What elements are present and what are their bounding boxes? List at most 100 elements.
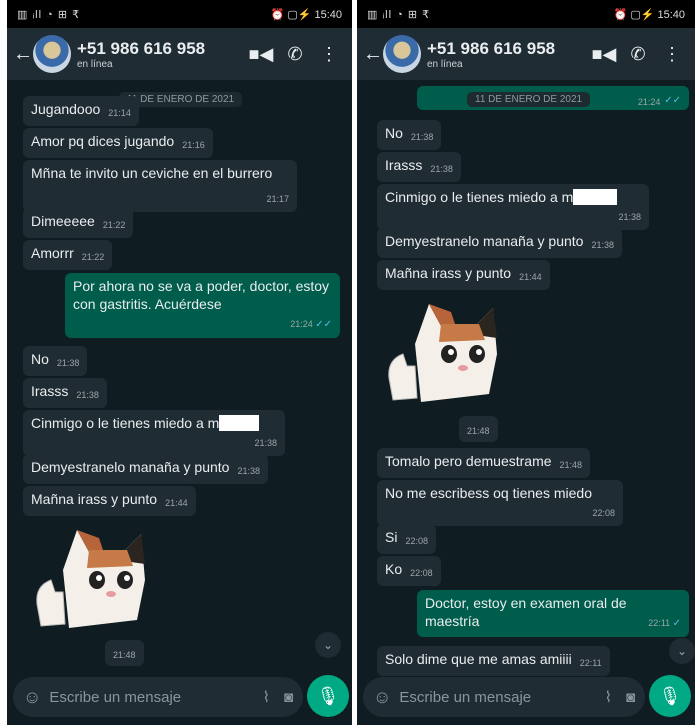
message-text: Doctor, estoy en examen oral de maestría xyxy=(425,595,627,629)
message-text: Jugandooo xyxy=(31,101,101,117)
status-bar: ▥ ᵢll ◔ ⊞ ₹ ⏰ ▢⚡ 15:40 xyxy=(7,0,352,28)
cat-thumbs-up-sticker[interactable] xyxy=(29,520,149,632)
message-time: 21:44 xyxy=(165,498,188,508)
message-bubble[interactable]: Tomalo pero demuestrame 21:48 xyxy=(377,448,591,478)
camera-icon[interactable]: ◙ xyxy=(626,689,635,706)
mic-icon[interactable]: 🎙 xyxy=(307,675,349,717)
status-bar: ▥ ᵢll ◔ ⊞ ₹ ⏰ ▢⚡ 15:40 xyxy=(357,0,695,28)
sticker-time-badge: 21:48 xyxy=(105,640,144,666)
status-clock: ⏰ ▢⚡ 15:40 xyxy=(270,8,342,21)
chat-screenshot-right: ▥ ᵢll ◔ ⊞ ₹ ⏰ ▢⚡ 15:40 ← +51 986 616 958… xyxy=(357,0,695,725)
message-time-value: 21:24 xyxy=(290,319,313,329)
message-text: Mañna irass y punto xyxy=(31,491,158,507)
message-bubble[interactable]: No me escribess oq tienes miedo 22:08 xyxy=(377,480,623,526)
message-bubble[interactable]: Dimeeeee 21:22 xyxy=(23,208,134,238)
message-bubble[interactable]: Cinmigo o le tienes miedo a m 21:38 xyxy=(23,410,285,456)
message-bubble-outgoing[interactable]: Doctor, estoy en examen oral de maestría… xyxy=(417,590,689,637)
read-receipt-icon: ✓ xyxy=(672,618,681,629)
scroll-down-icon[interactable]: ⌄ xyxy=(315,632,341,658)
message-text: No me escribess oq tienes miedo xyxy=(385,485,592,501)
message-text: Si xyxy=(385,529,398,545)
message-time: 21:38 xyxy=(56,358,80,368)
message-time: 22:11 xyxy=(579,658,602,668)
message-bubble[interactable]: Irasss 21:38 xyxy=(377,152,461,182)
message-composer[interactable]: ☺ Escribe un mensaje ⌇ ◙ xyxy=(363,677,645,717)
avatar[interactable] xyxy=(383,35,421,73)
message-bubble[interactable]: Demyestranelo manaña y punto 21:38 xyxy=(377,228,622,258)
status-icons-left: ▥ ᵢll ◔ ⊞ ₹ xyxy=(17,8,81,21)
message-text: No xyxy=(385,125,403,141)
message-text: Demyestranelo manaña y punto xyxy=(385,233,584,249)
redaction-block xyxy=(573,189,618,205)
message-text: No xyxy=(31,351,49,367)
date-divider: 11 DE ENERO DE 2021 xyxy=(467,92,591,107)
message-bubble[interactable]: Demyestranelo manaña y punto 21:38 xyxy=(23,454,268,484)
message-bubble[interactable]: Amorrr 21:22 xyxy=(23,240,113,270)
message-bubble[interactable]: No 21:38 xyxy=(23,346,88,376)
message-bubble[interactable]: Irasss 21:38 xyxy=(23,378,107,408)
message-time: 21:38 xyxy=(430,164,453,174)
message-time: 22:08 xyxy=(405,536,428,546)
message-time: 21:48 xyxy=(113,650,136,660)
message-text: Solo dime que me amas amiiii xyxy=(385,651,572,667)
emoji-icon[interactable]: ☺ xyxy=(23,687,41,708)
message-list[interactable]: 11 DE ENERO DE 2021 Jugandooo 21:14 Amor … xyxy=(7,80,352,671)
message-bubble[interactable]: Solo dime que me amas amiiii 22:11 xyxy=(377,646,610,676)
message-bubble[interactable]: Ko 22:08 xyxy=(377,556,441,586)
message-input[interactable]: Escribe un mensaje xyxy=(49,689,248,706)
scroll-down-icon[interactable]: ⌄ xyxy=(669,638,695,664)
message-time: 21:38 xyxy=(76,390,99,400)
message-bubble[interactable]: Mñna te invito un ceviche en el burrero 2… xyxy=(23,160,297,212)
contact-info[interactable]: +51 986 616 958 en línea xyxy=(427,39,587,70)
voice-call-icon[interactable]: ✆ xyxy=(621,44,655,65)
chat-screenshot-left: ▥ ᵢll ◔ ⊞ ₹ ⏰ ▢⚡ 15:40 ← +51 986 616 958… xyxy=(7,0,352,725)
message-bubble[interactable]: Si 22:08 xyxy=(377,524,436,554)
message-bubble[interactable]: No 21:38 xyxy=(377,120,442,150)
more-options-icon[interactable]: ⋮ xyxy=(312,44,346,65)
contact-status: en línea xyxy=(427,58,463,70)
message-text: Irasss xyxy=(385,157,423,173)
message-time: 22:08 xyxy=(592,508,615,518)
back-arrow-icon[interactable]: ← xyxy=(13,43,33,66)
read-receipt-icon: ✓✓ xyxy=(664,95,681,106)
more-options-icon[interactable]: ⋮ xyxy=(655,44,689,65)
message-bubble[interactable]: Cinmigo o le tienes miedo a m 21:38 xyxy=(377,184,649,230)
back-arrow-icon[interactable]: ← xyxy=(363,43,383,66)
message-time: 22:11 ✓ xyxy=(648,614,681,633)
message-text: Demyestranelo manaña y punto xyxy=(31,459,230,475)
redaction-block xyxy=(219,415,260,431)
message-bubble[interactable]: Mañna irass y punto 21:44 xyxy=(23,486,196,516)
mic-icon[interactable]: 🎙 xyxy=(649,675,691,717)
message-list[interactable]: 21:24 ✓✓ 11 DE ENERO DE 2021 No 21:38 Ira… xyxy=(357,80,695,676)
message-input[interactable]: Escribe un mensaje xyxy=(399,689,590,706)
message-time: 21:38 xyxy=(618,212,641,222)
message-time: 21:24 ✓✓ xyxy=(81,315,332,334)
message-composer[interactable]: ☺ Escribe un mensaje ⌇ ◙ xyxy=(13,677,303,717)
camera-icon[interactable]: ◙ xyxy=(284,689,293,706)
message-text: Amorrr xyxy=(31,245,74,261)
message-bubble[interactable]: Amor pq dices jugando 21:16 xyxy=(23,128,213,158)
message-bubble[interactable]: Jugandooo 21:14 xyxy=(23,96,139,126)
message-time: 21:38 xyxy=(591,240,614,250)
contact-phone: +51 986 616 958 xyxy=(427,38,556,58)
video-call-icon[interactable]: ■◀ xyxy=(244,44,278,65)
emoji-icon[interactable]: ☺ xyxy=(373,687,391,708)
contact-info[interactable]: +51 986 616 958 en línea xyxy=(77,39,244,70)
message-text: Amor pq dices jugando xyxy=(31,133,175,149)
voice-call-icon[interactable]: ✆ xyxy=(278,44,312,65)
status-icons-left: ▥ ᵢll ◔ ⊞ ₹ xyxy=(367,8,431,21)
message-text: Por ahora no se va a poder, doctor, esto… xyxy=(73,278,330,312)
message-text: Dimeeeee xyxy=(31,213,95,229)
chat-header: ← +51 986 616 958 en línea ■◀ ✆ ⋮ xyxy=(7,28,352,80)
message-bubble-outgoing[interactable]: Por ahora no se va a poder, doctor, esto… xyxy=(65,273,340,338)
message-bubble[interactable]: Mañna irass y punto 21:44 xyxy=(377,260,550,290)
attach-icon[interactable]: ⌇ xyxy=(605,688,612,706)
message-time: 21:38 xyxy=(237,466,260,476)
cat-thumbs-up-sticker[interactable] xyxy=(381,294,501,406)
contact-phone: +51 986 616 958 xyxy=(77,38,206,58)
message-time: 21:14 xyxy=(108,108,131,118)
attach-icon[interactable]: ⌇ xyxy=(263,688,270,706)
video-call-icon[interactable]: ■◀ xyxy=(587,44,621,65)
avatar[interactable] xyxy=(33,35,71,73)
message-time: 21:38 xyxy=(254,438,277,448)
